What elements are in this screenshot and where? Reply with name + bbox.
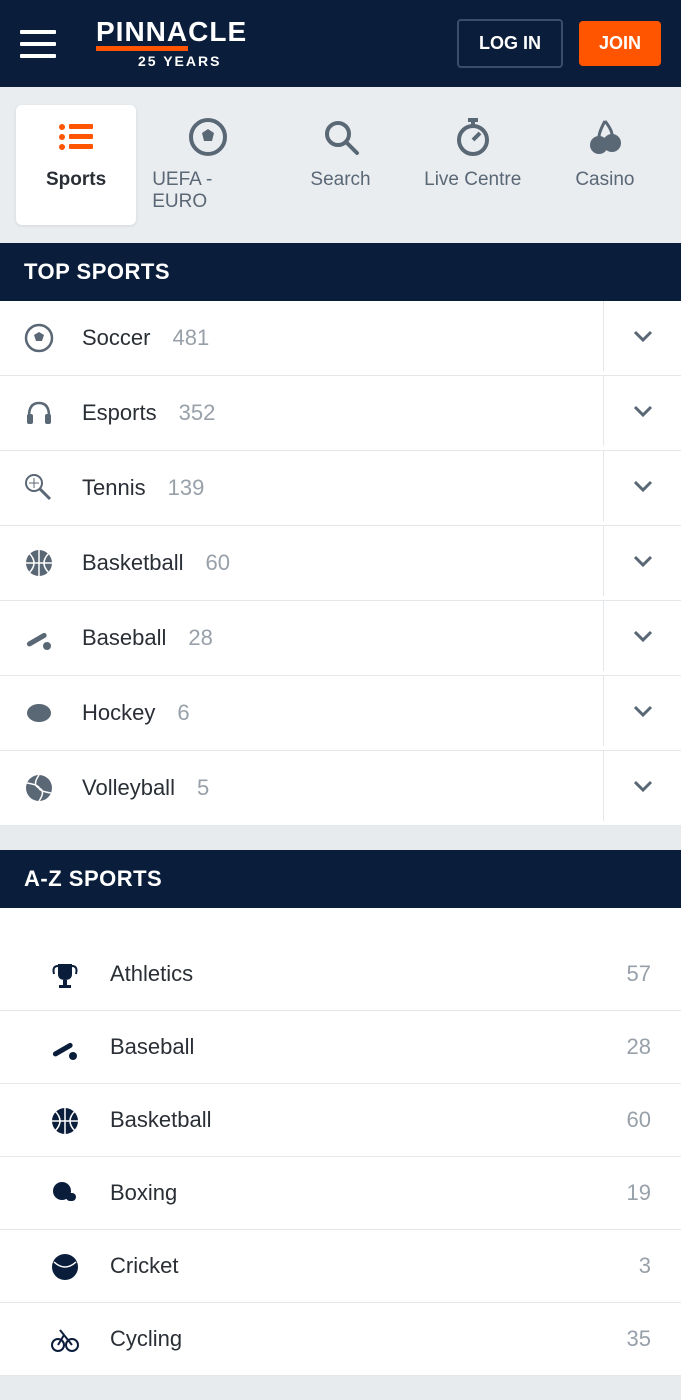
nav-label: UEFA - EURO (152, 169, 264, 213)
az-sport-count: 28 (627, 1034, 651, 1060)
nav-search[interactable]: Search (280, 105, 400, 225)
list-icon (56, 117, 96, 157)
soccer-icon (188, 117, 228, 157)
az-row-basketball[interactable]: Basketball60 (0, 1084, 681, 1157)
az-sport-count: 3 (639, 1253, 651, 1279)
nav-label: Casino (575, 169, 634, 191)
sport-row-hockey[interactable]: Hockey 6 (0, 676, 681, 751)
az-sport-count: 19 (627, 1180, 651, 1206)
soccer-icon (24, 323, 54, 353)
az-sport-count: 60 (627, 1107, 651, 1133)
sport-count: 352 (179, 400, 603, 426)
sport-name: Basketball (82, 550, 184, 576)
sport-name: Esports (82, 400, 157, 426)
logo[interactable]: PINNACLE 25 YEARS (84, 18, 441, 69)
expand-toggle[interactable] (603, 451, 681, 521)
sport-row-basketball[interactable]: Basketball 60 (0, 526, 681, 601)
nav-label: Sports (46, 169, 106, 191)
sport-row-tennis[interactable]: Tennis 139 (0, 451, 681, 526)
app-header: PINNACLE 25 YEARS LOG IN JOIN (0, 0, 681, 87)
sport-count: 6 (177, 700, 603, 726)
search-icon (321, 117, 361, 157)
sport-name: Baseball (82, 625, 166, 651)
nav-casino[interactable]: Casino (545, 105, 665, 225)
hockey-icon (24, 698, 54, 728)
top-sports-list: Soccer 481 Esports 352 Tennis 139 Basketball 60… (0, 301, 681, 826)
join-button[interactable]: JOIN (579, 21, 661, 66)
logo-subtitle: 25 YEARS (138, 53, 441, 69)
az-sport-name: Cycling (110, 1326, 627, 1352)
nav-label: Search (310, 169, 370, 191)
sport-name: Tennis (82, 475, 146, 501)
az-sport-name: Boxing (110, 1180, 627, 1206)
nav-live[interactable]: Live Centre (413, 105, 533, 225)
az-sport-name: Athletics (110, 961, 627, 987)
sport-name: Hockey (82, 700, 155, 726)
az-sport-count: 35 (627, 1326, 651, 1352)
expand-toggle[interactable] (603, 601, 681, 671)
az-sports-header: A-Z SPORTS (0, 850, 681, 908)
nav-uefa[interactable]: UEFA - EURO (148, 105, 268, 225)
sport-row-volleyball[interactable]: Volleyball 5 (0, 751, 681, 826)
stopwatch-icon (453, 117, 493, 157)
top-sports-header: TOP SPORTS (0, 243, 681, 301)
sport-row-soccer[interactable]: Soccer 481 (0, 301, 681, 376)
az-row-baseball[interactable]: Baseball28 (0, 1011, 681, 1084)
az-sport-name: Baseball (110, 1034, 627, 1060)
az-sport-name: Cricket (110, 1253, 639, 1279)
login-button[interactable]: LOG IN (457, 19, 563, 68)
trophy-icon (50, 960, 78, 988)
boxing-icon (50, 1179, 78, 1207)
volleyball-icon (24, 773, 54, 803)
az-sports-list: Athletics57Baseball28Basketball60Boxing1… (0, 938, 681, 1376)
nav-label: Live Centre (424, 169, 521, 191)
az-row-athletics[interactable]: Athletics57 (0, 938, 681, 1011)
sport-name: Soccer (82, 325, 150, 351)
cricket-icon (50, 1252, 78, 1280)
nav-sports[interactable]: Sports (16, 105, 136, 225)
menu-button[interactable] (20, 24, 68, 64)
main-nav: Sports UEFA - EURO Search Live Centre Ca… (0, 87, 681, 243)
expand-toggle[interactable] (603, 526, 681, 596)
az-row-boxing[interactable]: Boxing19 (0, 1157, 681, 1230)
sport-name: Volleyball (82, 775, 175, 801)
sport-row-baseball[interactable]: Baseball 28 (0, 601, 681, 676)
az-row-cycling[interactable]: Cycling35 (0, 1303, 681, 1376)
sport-count: 481 (172, 325, 603, 351)
expand-toggle[interactable] (603, 301, 681, 371)
baseball-icon (50, 1033, 78, 1061)
tennis-icon (24, 473, 54, 503)
logo-text: PINNACLE (96, 18, 441, 46)
baseball-icon (24, 623, 54, 653)
expand-toggle[interactable] (603, 751, 681, 821)
headphones-icon (24, 398, 54, 428)
az-row-cricket[interactable]: Cricket3 (0, 1230, 681, 1303)
sport-count: 139 (168, 475, 603, 501)
sport-count: 60 (206, 550, 603, 576)
sport-row-esports[interactable]: Esports 352 (0, 376, 681, 451)
sport-count: 28 (188, 625, 603, 651)
az-sport-name: Basketball (110, 1107, 627, 1133)
expand-toggle[interactable] (603, 376, 681, 446)
basketball-icon (24, 548, 54, 578)
cycling-icon (50, 1325, 78, 1353)
sport-count: 5 (197, 775, 603, 801)
cherry-icon (585, 117, 625, 157)
expand-toggle[interactable] (603, 676, 681, 746)
az-sport-count: 57 (627, 961, 651, 987)
basketball-icon (50, 1106, 78, 1134)
